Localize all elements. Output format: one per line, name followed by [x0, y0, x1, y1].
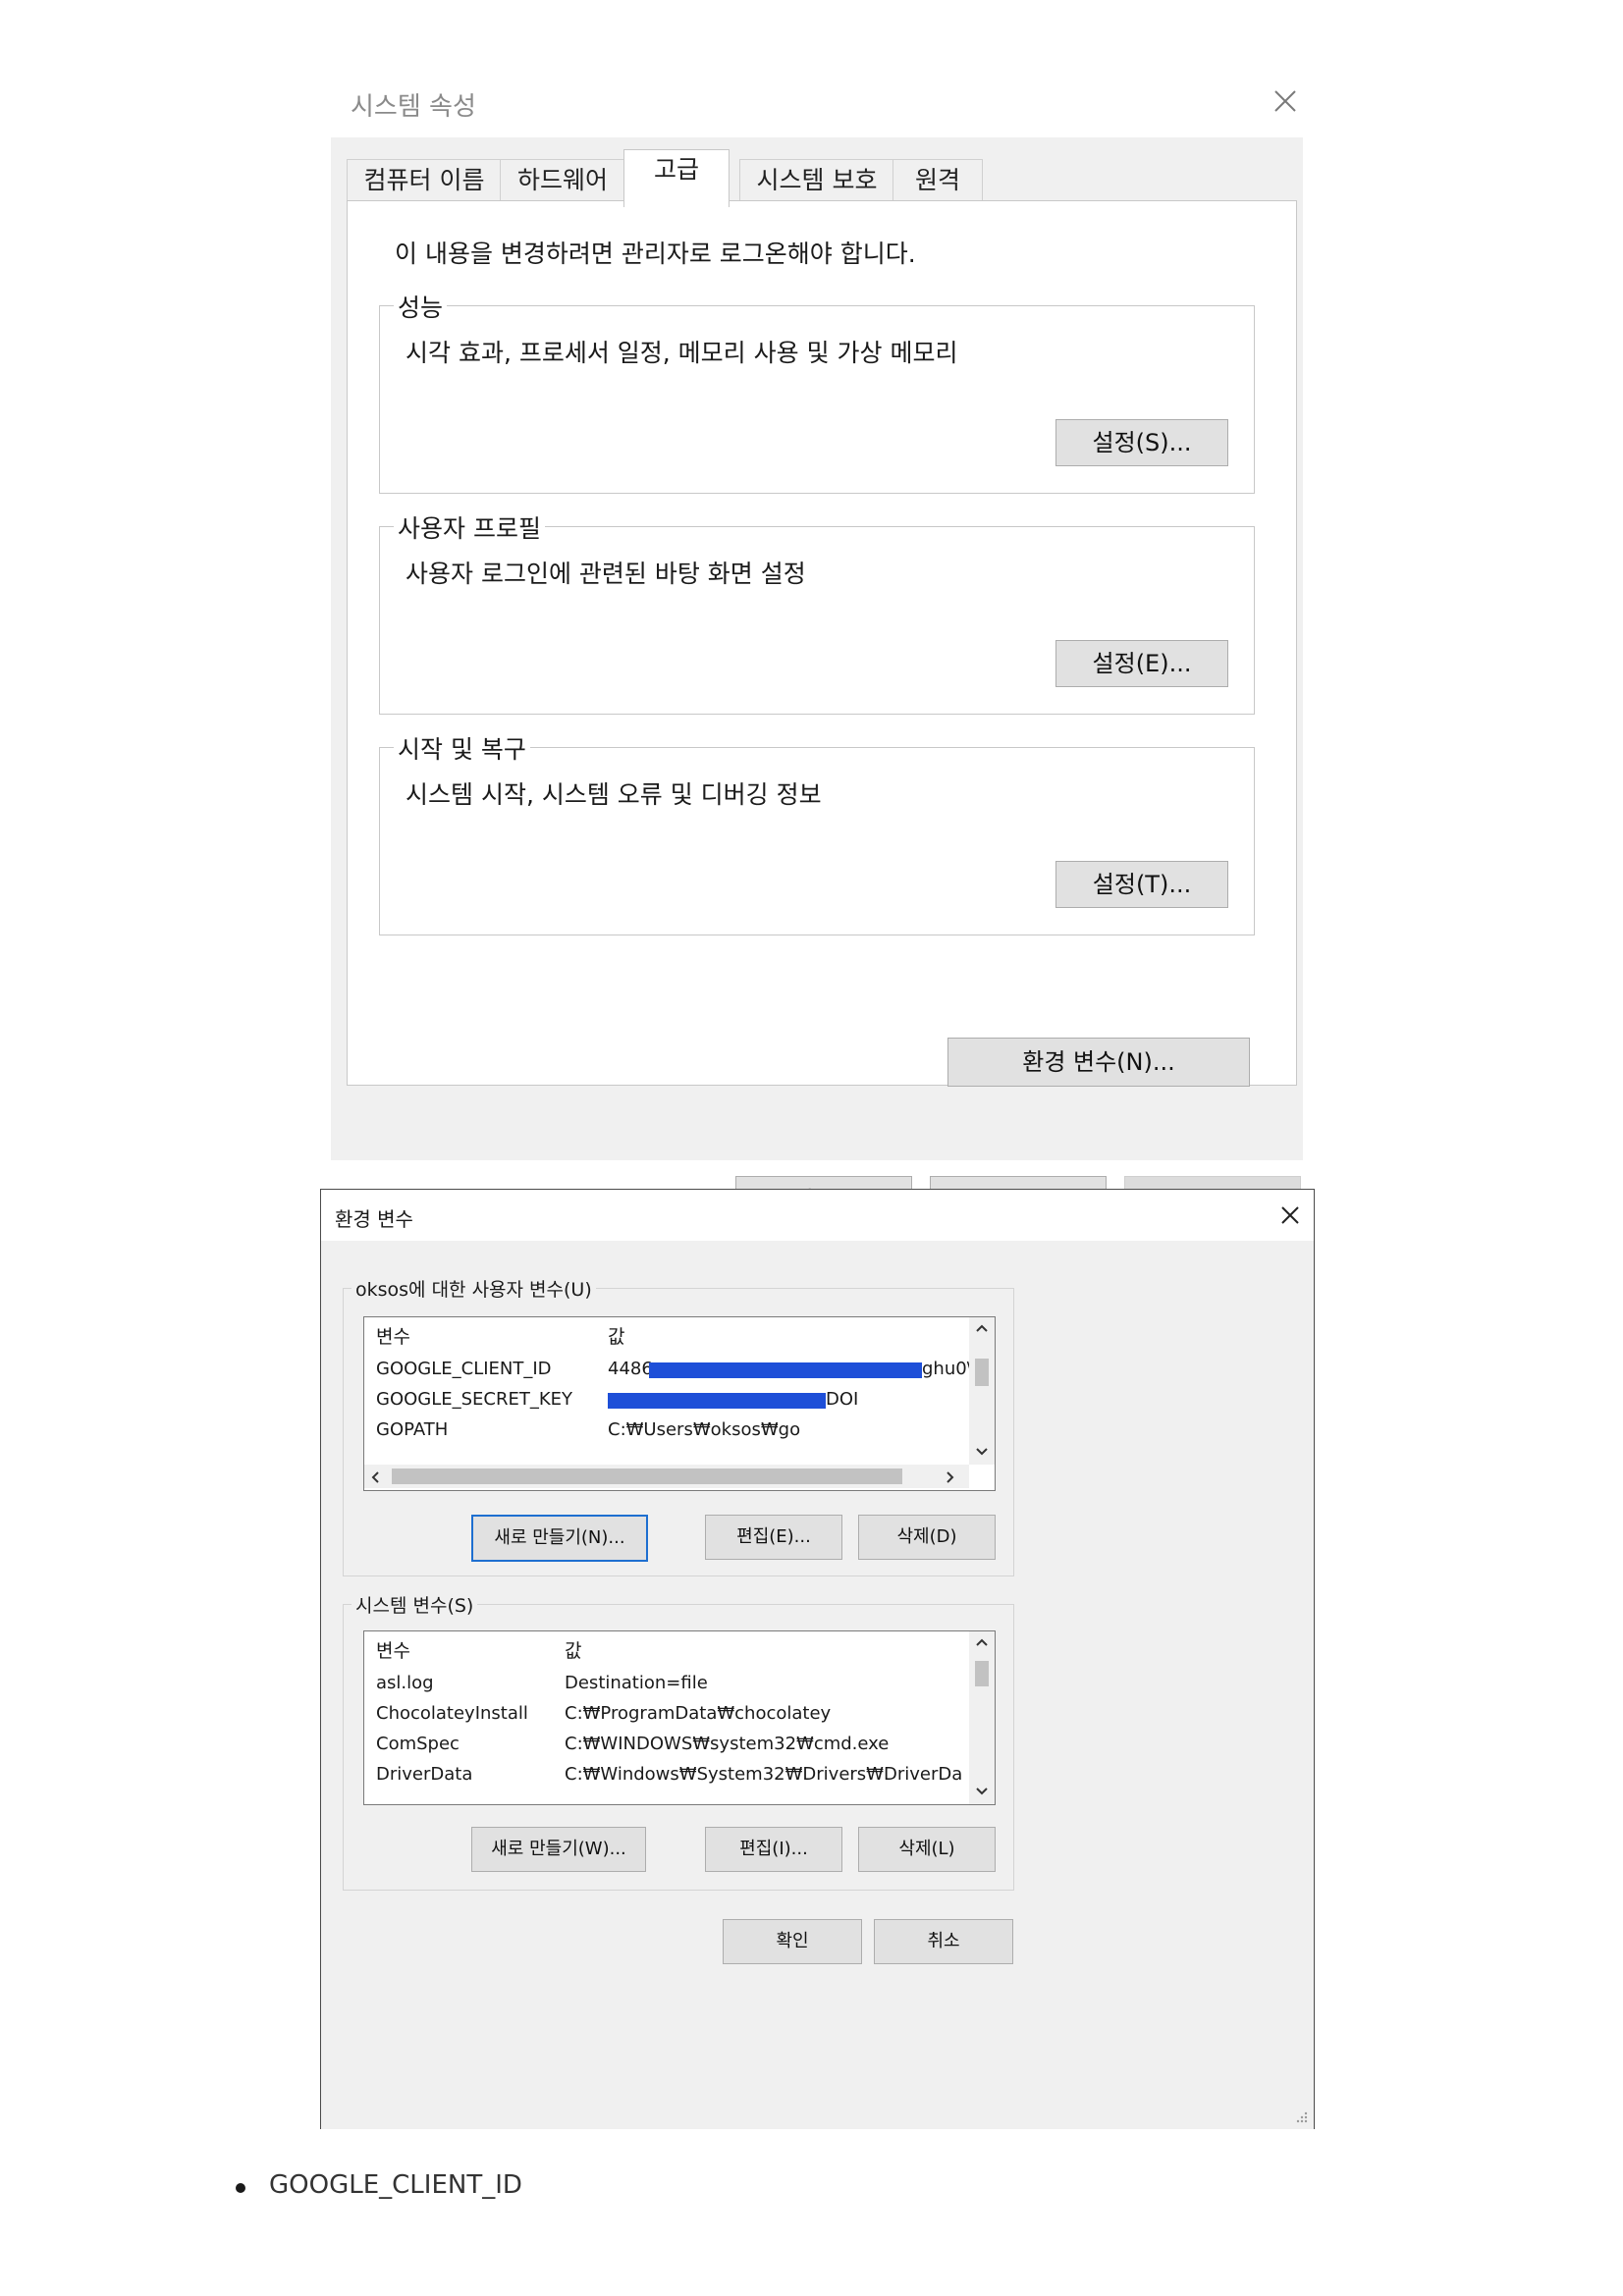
edit-system-variable-button[interactable]: 편집(I)...: [705, 1827, 842, 1872]
list-item[interactable]: GOOGLE_CLIENT_ID 4486 ghu0\: [364, 1355, 973, 1385]
close-icon[interactable]: [1271, 86, 1300, 116]
scroll-down-icon[interactable]: [975, 1447, 989, 1457]
user-profile-settings-button[interactable]: 설정(E)...: [1055, 640, 1228, 687]
vertical-scrollbar[interactable]: [969, 1317, 995, 1465]
variable-name: GOPATH: [376, 1419, 449, 1440]
tab-panel-advanced: 이 내용을 변경하려면 관리자로 로그온해야 합니다. 성능 시각 효과, 프로…: [347, 200, 1297, 1086]
edit-user-variable-button[interactable]: 편집(E)...: [705, 1515, 842, 1560]
delete-user-variable-button[interactable]: 삭제(D): [858, 1515, 996, 1560]
group-title: 시작 및 복구: [394, 730, 530, 766]
dialog-title: 시스템 속성: [351, 92, 476, 122]
column-header-value[interactable]: 값: [608, 1322, 624, 1349]
scroll-right-icon[interactable]: [946, 1470, 955, 1484]
variable-value: C:₩Users₩oksos₩go: [608, 1419, 801, 1440]
scroll-thumb[interactable]: [975, 1661, 989, 1686]
variable-name: ComSpec: [376, 1734, 460, 1754]
scroll-up-icon[interactable]: [975, 1637, 989, 1647]
performance-group: 성능 시각 효과, 프로세서 일정, 메모리 사용 및 가상 메모리 설정(S)…: [379, 289, 1255, 494]
tab-hardware[interactable]: 하드웨어: [500, 159, 625, 201]
horizontal-scrollbar[interactable]: [364, 1465, 969, 1488]
scroll-thumb[interactable]: [975, 1359, 989, 1386]
scroll-up-icon[interactable]: [975, 1323, 989, 1333]
redaction-bar: [649, 1362, 922, 1378]
startup-recovery-group: 시작 및 복구 시스템 시작, 시스템 오류 및 디버깅 정보 설정(T)...: [379, 730, 1255, 935]
variable-value: C:₩WINDOWS₩system32₩cmd.exe: [565, 1734, 890, 1754]
group-description: 시스템 시작, 시스템 오류 및 디버깅 정보: [406, 780, 822, 809]
scroll-down-icon[interactable]: [975, 1787, 989, 1796]
column-header-variable[interactable]: 변수: [376, 1636, 410, 1663]
list-item[interactable]: GOOGLE_SECRET_KEY DOI: [364, 1385, 965, 1415]
tab-remote[interactable]: 원격: [893, 159, 983, 201]
variable-name: GOOGLE_CLIENT_ID: [376, 1359, 552, 1379]
user-profile-group: 사용자 프로필 사용자 로그인에 관련된 바탕 화면 설정 설정(E)...: [379, 509, 1255, 715]
ok-button[interactable]: 확인: [723, 1919, 862, 1964]
column-header-value[interactable]: 값: [565, 1636, 581, 1663]
dialog-title: 환경 변수: [335, 1207, 413, 1231]
list-item[interactable]: GOPATH C:₩Users₩oksos₩go: [364, 1415, 965, 1446]
variable-value-prefix: 4486: [608, 1359, 653, 1379]
system-variables-list[interactable]: 변수 값 asl.log Destination=file Chocolatey…: [363, 1630, 996, 1805]
cancel-button[interactable]: 취소: [874, 1919, 1013, 1964]
group-description: 시각 효과, 프로세서 일정, 메모리 사용 및 가상 메모리: [406, 339, 958, 367]
variable-value: Destination=file: [565, 1673, 708, 1693]
scroll-thumb[interactable]: [392, 1468, 902, 1484]
bullet-item: GOOGLE_CLIENT_ID: [269, 2170, 522, 2200]
title-bar: 환경 변수: [321, 1190, 1314, 1241]
environment-variables-dialog: 환경 변수 oksos에 대한 사용자 변수(U) 변수 값 GOOGLE_CL…: [320, 1189, 1315, 2129]
list-header: 변수 값: [364, 1317, 965, 1349]
group-title: 시스템 변수(S): [352, 1591, 478, 1618]
tab-system-protection[interactable]: 시스템 보호: [739, 159, 894, 201]
list-item[interactable]: DriverData C:₩Windows₩System32₩Drivers₩D…: [364, 1760, 965, 1790]
variable-value: C:₩ProgramData₩chocolatey: [565, 1703, 832, 1724]
list-item[interactable]: asl.log Destination=file: [364, 1669, 965, 1699]
group-title: oksos에 대한 사용자 변수(U): [352, 1275, 596, 1302]
group-title: 사용자 프로필: [394, 509, 545, 545]
variable-value-suffix: DOI: [826, 1389, 859, 1410]
variable-name: GOOGLE_SECRET_KEY: [376, 1389, 573, 1410]
list-header: 변수 값: [364, 1631, 965, 1663]
scroll-left-icon[interactable]: [370, 1470, 380, 1484]
environment-variables-button[interactable]: 환경 변수(N)...: [947, 1038, 1250, 1087]
performance-settings-button[interactable]: 설정(S)...: [1055, 419, 1228, 466]
new-user-variable-button[interactable]: 새로 만들기(N)...: [471, 1515, 648, 1562]
startup-recovery-settings-button[interactable]: 설정(T)...: [1055, 861, 1228, 908]
group-description: 사용자 로그인에 관련된 바탕 화면 설정: [406, 560, 806, 588]
variable-name: ChocolateyInstall: [376, 1703, 528, 1724]
system-variables-group: 시스템 변수(S) 변수 값 asl.log Destination=file …: [343, 1591, 1014, 1891]
tab-advanced[interactable]: 고급: [623, 149, 730, 207]
tab-computer-name[interactable]: 컴퓨터 이름: [347, 159, 502, 201]
column-header-variable[interactable]: 변수: [376, 1322, 410, 1349]
list-item[interactable]: ComSpec C:₩WINDOWS₩system32₩cmd.exe: [364, 1730, 965, 1760]
list-item[interactable]: ChocolateyInstall C:₩ProgramData₩chocola…: [364, 1699, 965, 1730]
variable-name: DriverData: [376, 1764, 473, 1785]
user-variables-list[interactable]: 변수 값 GOOGLE_CLIENT_ID 4486 ghu0\ GOOGLE_…: [363, 1316, 996, 1491]
delete-system-variable-button[interactable]: 삭제(L): [858, 1827, 996, 1872]
close-icon[interactable]: [1278, 1203, 1302, 1227]
redaction-bar: [608, 1393, 826, 1409]
variable-value: C:₩Windows₩System32₩Drivers₩DriverData: [565, 1764, 961, 1785]
new-system-variable-button[interactable]: 새로 만들기(W)...: [471, 1827, 646, 1872]
variable-value-suffix: ghu0\: [922, 1359, 973, 1379]
user-variables-group: oksos에 대한 사용자 변수(U) 변수 값 GOOGLE_CLIENT_I…: [343, 1275, 1014, 1576]
variable-name: asl.log: [376, 1673, 434, 1693]
vertical-scrollbar[interactable]: [969, 1631, 995, 1804]
system-properties-dialog: 시스템 속성 컴퓨터 이름 하드웨어 고급 시스템 보호 원격 이 내용을 변경…: [331, 69, 1313, 1225]
admin-notice: 이 내용을 변경하려면 관리자로 로그온해야 합니다.: [395, 240, 916, 268]
resize-grip-icon[interactable]: [1293, 2109, 1309, 2124]
dialog-body: 컴퓨터 이름 하드웨어 고급 시스템 보호 원격 이 내용을 변경하려면 관리자…: [331, 137, 1303, 1225]
group-title: 성능: [394, 289, 448, 324]
bullet-icon: [236, 2183, 245, 2193]
